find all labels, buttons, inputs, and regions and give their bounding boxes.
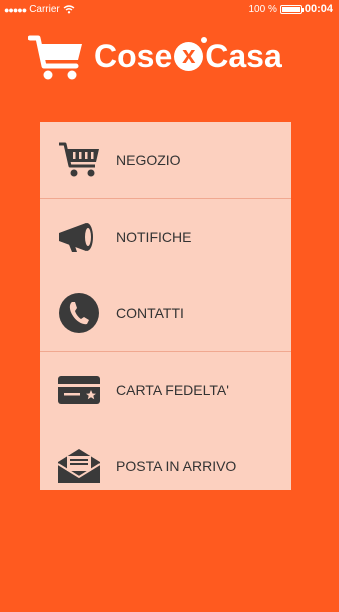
menu-item-negozio[interactable]: NEGOZIO (40, 122, 291, 198)
brand-left: Cose (94, 37, 173, 74)
brand-right: Casa (205, 37, 282, 74)
main-menu: NEGOZIO NOTIFICHE CONTATTI CARTA FEDELTA… (40, 122, 291, 490)
status-right: 100 % 00:04 (249, 3, 334, 15)
carrier-label: Carrier (29, 4, 60, 15)
battery-fill (281, 6, 300, 12)
menu-item-carta-fedelta[interactable]: CARTA FEDELTA' (40, 352, 291, 428)
menu-item-contatti[interactable]: CONTATTI (40, 275, 291, 351)
menu-item-label: CONTATTI (116, 305, 184, 321)
wifi-icon (63, 5, 75, 14)
shopping-cart-icon (54, 138, 104, 182)
status-bar: ●●●●● Carrier 100 % 00:04 (0, 0, 339, 18)
clock: 00:04 (304, 3, 333, 15)
menu-item-label: POSTA IN ARRIVO (116, 458, 237, 474)
phone-icon (54, 291, 104, 335)
inbox-envelope-icon (54, 444, 104, 488)
menu-item-notifiche[interactable]: NOTIFICHE (40, 199, 291, 275)
brand-logo: Cose x Casa (94, 36, 282, 76)
brand-x-badge: x (174, 36, 208, 71)
battery-icon (279, 4, 304, 14)
app-header: Cose x Casa (0, 30, 339, 86)
logo-cart-icon (28, 35, 82, 80)
menu-item-label: CARTA FEDELTA' (116, 382, 229, 398)
status-left: ●●●●● Carrier (4, 4, 75, 15)
battery-percent: 100 % (248, 3, 277, 15)
menu-item-label: NEGOZIO (116, 152, 181, 168)
signal-dots-icon: ●●●●● (4, 4, 27, 15)
loyalty-card-icon (54, 368, 104, 412)
menu-item-posta-in-arrivo[interactable]: POSTA IN ARRIVO (40, 428, 291, 504)
megaphone-icon (54, 215, 104, 259)
menu-item-label: NOTIFICHE (116, 229, 192, 245)
